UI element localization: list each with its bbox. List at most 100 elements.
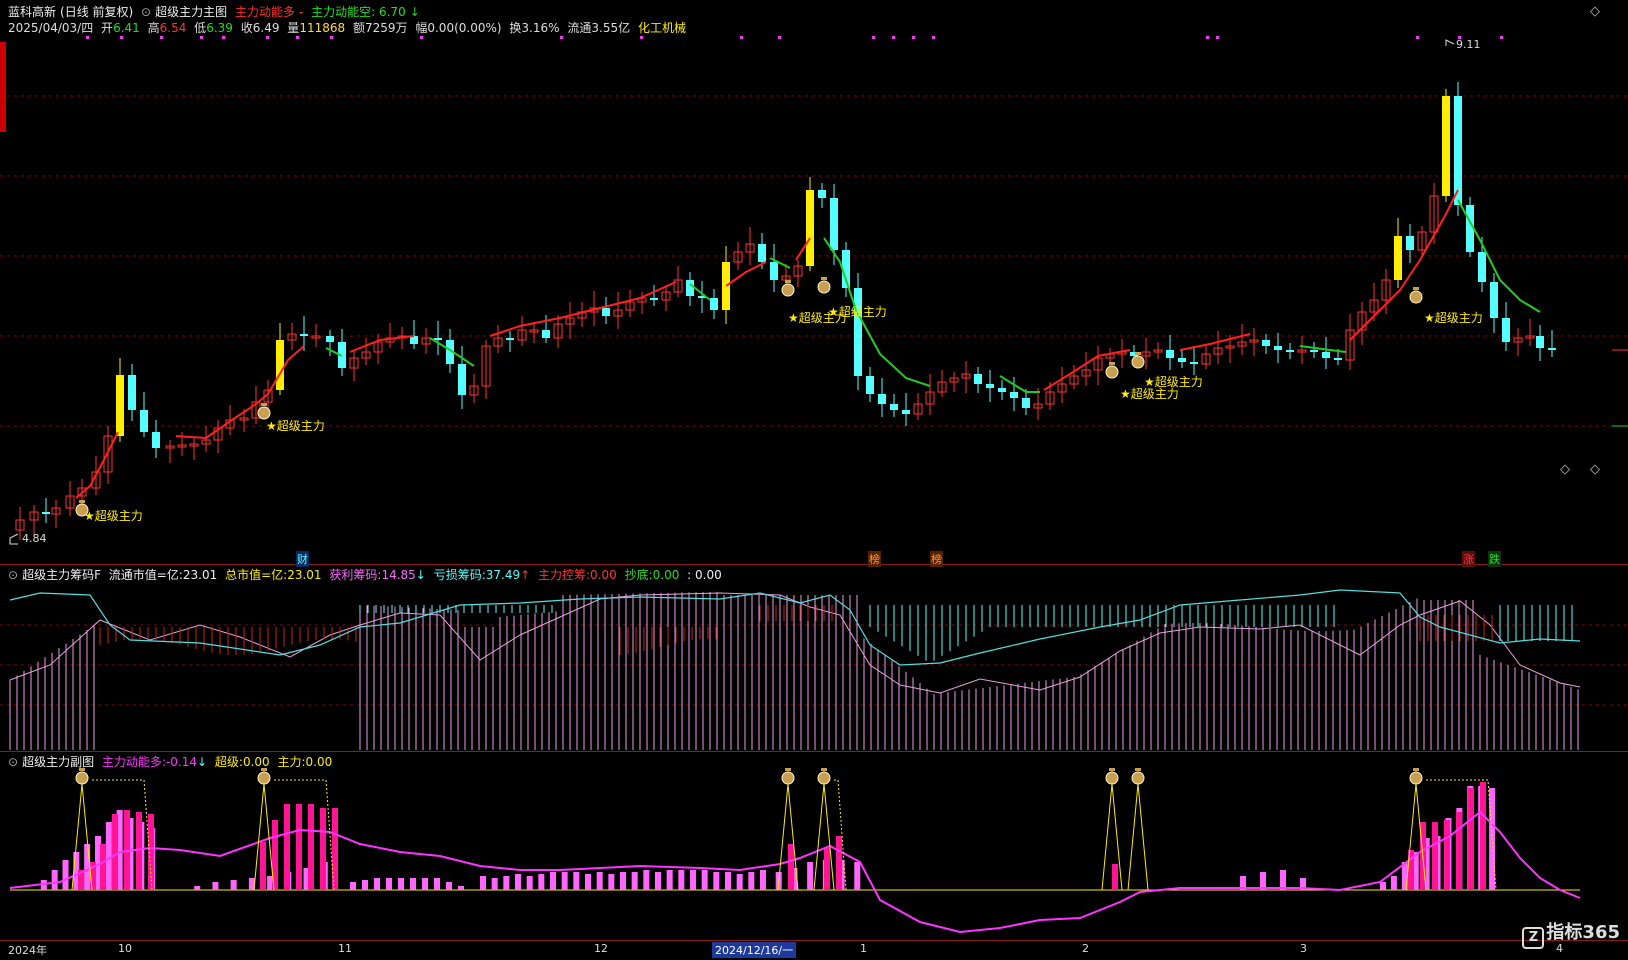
chip-panel[interactable]: ⊙ 超级主力筹码F 流通市值=亿:23.01 总市值=亿:23.01 获利筹码:1…	[0, 565, 1628, 750]
axis-cursor-date[interactable]: 2024/12/16/一	[712, 942, 797, 958]
candlestick-chart[interactable]: 4.849.11★超级主力★超级主力★超级主力★超级主力★超级主力★超级主力★超…	[0, 0, 1628, 557]
energy-bar	[458, 886, 464, 890]
main-force-bar	[308, 804, 314, 890]
candle-body	[602, 308, 610, 316]
top-marker-dot	[640, 36, 643, 39]
super-main-signal-label: ★超级主力	[266, 418, 325, 433]
energy-bar	[538, 874, 545, 890]
money-bag-icon	[1135, 768, 1141, 771]
candle-body	[974, 374, 982, 384]
candle-body	[986, 384, 994, 388]
main-force-bar	[824, 848, 830, 890]
vol-value: 111868	[299, 21, 346, 35]
candle-body	[140, 410, 148, 432]
candle-body	[300, 334, 308, 336]
event-marker[interactable]: 榜	[868, 551, 881, 567]
loss-label: 亏损筹码:	[433, 568, 486, 582]
candle-body	[1274, 346, 1282, 350]
money-bag-icon	[781, 771, 795, 785]
money-bag-icon	[1409, 771, 1423, 785]
period-label[interactable]: (日线 前复权)	[60, 5, 133, 19]
candle-body	[866, 376, 874, 394]
axis-label: 2	[1082, 942, 1089, 955]
energy-bar	[84, 844, 91, 890]
energy-bar	[596, 872, 603, 890]
top-marker-dot	[296, 36, 299, 39]
close-panel-icon[interactable]: ◇	[1590, 462, 1600, 477]
energy-bar	[1390, 876, 1397, 890]
energy-chart[interactable]	[0, 752, 1628, 940]
candle-body	[1262, 340, 1270, 346]
candle-body	[42, 512, 50, 514]
chip-header: ⊙ 超级主力筹码F 流通市值=亿:23.01 总市值=亿:23.01 获利筹码:1…	[8, 567, 726, 583]
money-bag-icon	[75, 771, 89, 785]
restore-icon[interactable]: ◇	[1560, 462, 1570, 477]
energy-bar	[105, 822, 112, 890]
candle-body	[434, 338, 442, 340]
settings-icon[interactable]: ⊙	[8, 755, 18, 769]
top-marker-dot	[330, 36, 333, 39]
vol-label: 量	[287, 21, 300, 35]
ma-line	[725, 261, 767, 287]
super-value: 0.00	[242, 755, 270, 769]
event-marker[interactable]: 跌	[1488, 551, 1501, 567]
sub-panel[interactable]: ⊙ 超级主力副图 主力动能多:-0.14↓ 超级:0.00 主力:0.00	[0, 752, 1628, 940]
candle-body	[1548, 348, 1556, 350]
candle-body	[1334, 358, 1342, 360]
main-force-bar	[100, 844, 106, 890]
main-chart-panel[interactable]: 4.84 9.11 ★超级主力 ★超级主力 ★超级主力 ★超级主力 ★超级主力 ★超级主力 ★超…	[0, 0, 1628, 557]
top-marker-dot	[200, 36, 203, 39]
top-marker-dot	[86, 36, 89, 39]
chip-distribution-chart[interactable]	[0, 565, 1628, 750]
time-axis[interactable]: 2024年 10 11 12 2024/12/16/一 1 2 3 4	[0, 940, 1628, 958]
top-marker-dot	[420, 36, 423, 39]
money-bag-icon	[1131, 771, 1145, 785]
candle-body	[152, 432, 160, 448]
super-main-signal-label: ★超级主力	[1144, 374, 1203, 389]
energy-bar	[434, 878, 440, 890]
high-value: 6.54	[159, 21, 187, 35]
top-marker-dot	[1216, 36, 1219, 39]
candle-body	[1178, 358, 1186, 362]
main-force-bar	[1112, 864, 1118, 890]
chip-title[interactable]: 超级主力筹码F	[22, 568, 101, 582]
control-label: 主力控筹:	[537, 568, 591, 582]
settings-icon[interactable]: ⊙	[141, 5, 151, 19]
money-bag-icon	[75, 503, 89, 517]
energy-bar	[643, 870, 650, 890]
maximize-icon[interactable]: ◇	[1590, 4, 1600, 19]
indicator-name[interactable]: 超级主力主图	[155, 5, 227, 19]
axis-label: 2024年	[8, 944, 47, 957]
main-force-bar	[1456, 812, 1462, 890]
energy-bar	[230, 880, 237, 890]
energy-bar	[194, 886, 201, 890]
sub-title[interactable]: 超级主力副图	[22, 755, 94, 769]
money-bag-icon	[1135, 352, 1141, 355]
energy-bar	[503, 876, 510, 890]
energy-bar	[410, 878, 416, 890]
high-marker-line	[1445, 39, 1455, 46]
top-marker-dot	[222, 36, 225, 39]
sector-link[interactable]: 化工机械	[638, 21, 686, 35]
event-marker[interactable]: 财	[296, 551, 309, 567]
amt-value: 7259万	[364, 21, 408, 35]
energy-bar	[631, 872, 638, 890]
main-force-bar	[1480, 782, 1486, 890]
settings-icon[interactable]: ⊙	[8, 568, 18, 582]
stock-name[interactable]: 蓝科高新	[8, 5, 56, 19]
money-bag-icon	[1409, 290, 1423, 304]
top-marker-dot	[872, 36, 875, 39]
energy-bar	[736, 874, 743, 890]
money-bag-icon	[821, 277, 827, 280]
candle-body	[326, 336, 334, 342]
event-marker[interactable]: 榜	[930, 551, 943, 567]
axis-label: 1	[860, 942, 867, 955]
main-force-bar	[320, 808, 326, 890]
energy-bar	[655, 872, 661, 890]
signal-peak	[1127, 783, 1149, 891]
super-main-signal-label: ★超级主力	[84, 508, 143, 523]
event-marker[interactable]: 涨	[1462, 551, 1475, 567]
energy-bar	[678, 870, 685, 890]
main-force-bar	[112, 814, 118, 890]
candle-body	[1322, 352, 1330, 358]
